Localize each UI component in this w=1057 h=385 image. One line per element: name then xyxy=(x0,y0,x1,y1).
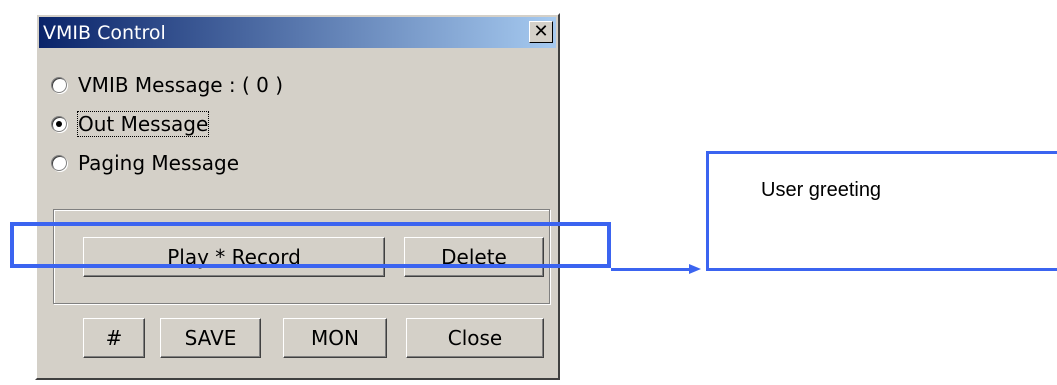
radio-paging-message-label: Paging Message xyxy=(78,151,240,175)
radio-out-message[interactable]: Out Message xyxy=(51,109,210,139)
title-bar[interactable]: VMIB Control ✕ xyxy=(39,17,556,48)
close-icon: ✕ xyxy=(533,21,549,42)
mon-button[interactable]: MON xyxy=(283,318,387,358)
radio-paging-message-indicator[interactable] xyxy=(51,155,67,171)
vmib-control-dialog: VMIB Control ✕ VMIB Message : ( 0 ) Out … xyxy=(35,13,560,380)
arrow-head-icon xyxy=(689,264,701,274)
radio-out-message-label: Out Message xyxy=(76,111,210,137)
radio-out-message-indicator[interactable] xyxy=(51,116,67,132)
save-button[interactable]: SAVE xyxy=(160,318,261,358)
callout-text: User greeting xyxy=(761,179,882,201)
radio-vmib-message-label: VMIB Message : ( 0 ) xyxy=(78,73,284,97)
highlight-rectangle xyxy=(10,222,611,268)
callout-box xyxy=(706,151,1057,271)
radio-vmib-message-indicator[interactable] xyxy=(51,77,67,93)
window-title: VMIB Control xyxy=(43,22,166,44)
callout-arrow-line xyxy=(611,268,689,271)
radio-paging-message[interactable]: Paging Message xyxy=(51,148,239,178)
window-close-button[interactable]: ✕ xyxy=(529,21,553,43)
close-button[interactable]: Close xyxy=(406,318,544,358)
hash-button[interactable]: # xyxy=(83,318,145,358)
radio-vmib-message[interactable]: VMIB Message : ( 0 ) xyxy=(51,70,283,100)
